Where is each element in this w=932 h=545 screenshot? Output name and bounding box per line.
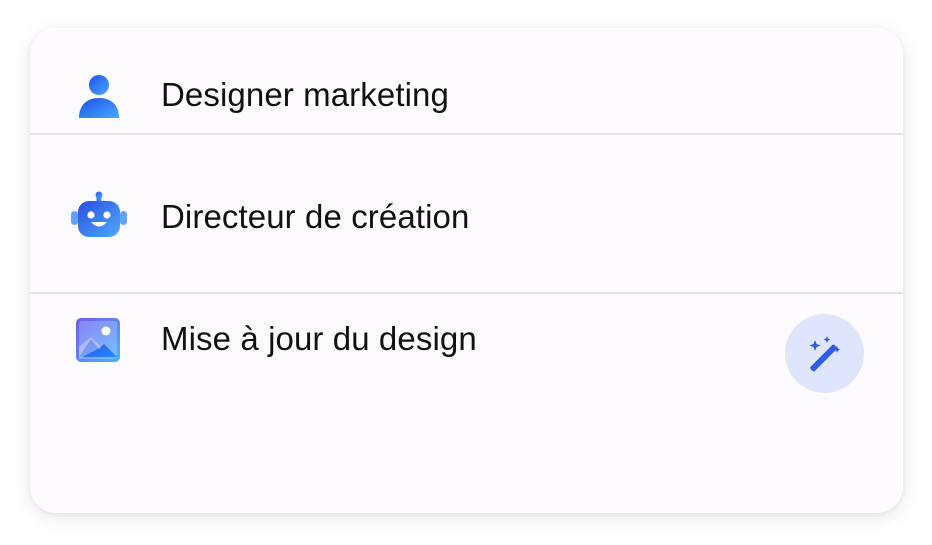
image-icon [76, 318, 120, 362]
list-item-label: Directeur de création [161, 198, 470, 235]
magic-wand-button[interactable] [785, 314, 864, 393]
role-menu-card: Designer marketing Directeur de création… [30, 28, 903, 513]
magic-wand-icon [809, 335, 840, 371]
user-icon [79, 75, 119, 118]
robot-icon [71, 191, 127, 237]
list-item-label: Mise à jour du design [161, 320, 477, 357]
list-item-label: Designer marketing [161, 76, 449, 113]
